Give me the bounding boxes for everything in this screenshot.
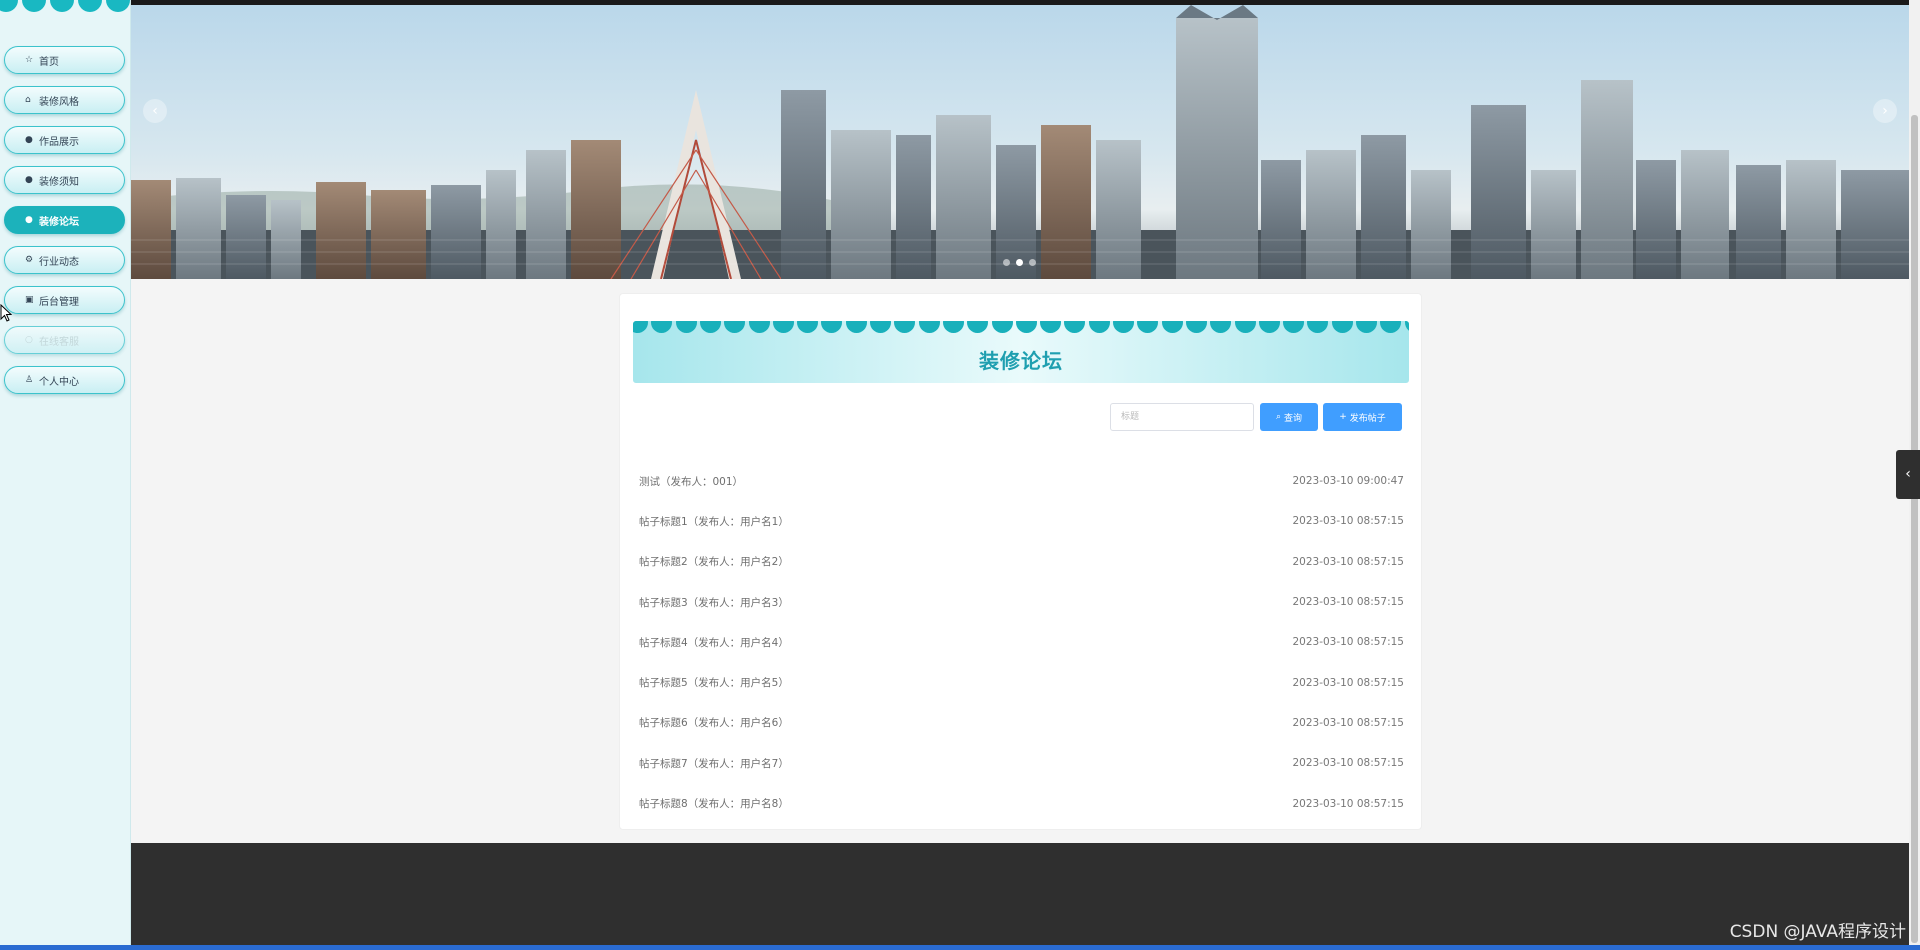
publish-post-label: 发布帖子 <box>1349 413 1386 424</box>
sidebar-item-label: 装修论坛 <box>39 216 79 228</box>
hero-carousel: ‹ › <box>131 0 1909 279</box>
building-icon: ▣ <box>25 295 34 305</box>
sidebar-item-label: 个人中心 <box>39 376 79 388</box>
post-row[interactable]: 帖子标题3（发布人：用户名3） 2023-03-10 08:57:15 <box>639 582 1404 622</box>
sidebar-item-label: 装修须知 <box>39 176 79 188</box>
publish-post-button[interactable]: + 发布帖子 <box>1323 403 1402 431</box>
post-time: 2023-03-10 08:57:15 <box>1292 716 1404 729</box>
search-icon: ⌕ <box>1275 412 1282 422</box>
sidebar-item-label: 行业动态 <box>39 256 79 268</box>
post-title[interactable]: 帖子标题6（发布人：用户名6） <box>639 715 789 730</box>
footer <box>131 843 1909 945</box>
sidebar-item-9[interactable]: ♙ 个人中心 <box>4 366 125 394</box>
collapse-panel-toggle[interactable]: ‹ <box>1896 450 1920 499</box>
mouse-cursor-icon <box>0 304 12 322</box>
sidebar-item-1[interactable]: ☆ 首页 <box>4 46 125 74</box>
sidebar-item-label: 装修风格 <box>39 96 79 108</box>
post-row[interactable]: 帖子标题6（发布人：用户名6） 2023-03-10 08:57:15 <box>639 703 1404 743</box>
post-row[interactable]: 帖子标题1（发布人：用户名1） 2023-03-10 08:57:15 <box>639 501 1404 541</box>
star-icon: ☆ <box>25 55 34 65</box>
watermark: CSDN @JAVA程序设计 <box>1729 922 1906 942</box>
post-row[interactable]: 帖子标题2（发布人：用户名2） 2023-03-10 08:57:15 <box>639 542 1404 582</box>
sidebar-item-label: 作品展示 <box>39 136 79 148</box>
sidebar-item-7[interactable]: ▣ 后台管理 <box>4 286 125 314</box>
post-time: 2023-03-10 08:57:15 <box>1292 676 1404 689</box>
user-icon: ♙ <box>25 375 34 385</box>
info-icon: ● <box>25 135 33 145</box>
city-skyline-image <box>131 5 1909 279</box>
post-row[interactable]: 帖子标题5（发布人：用户名5） 2023-03-10 08:57:15 <box>639 662 1404 702</box>
sidebar-scallop-decoration <box>0 0 131 16</box>
chevron-left-icon: ‹ <box>1905 466 1911 482</box>
post-row[interactable]: 帖子标题7（发布人：用户名7） 2023-03-10 08:57:15 <box>639 743 1404 783</box>
sidebar: ☆ 首页 ⌂ 装修风格 ● 作品展示 ● 装修须知 ● 装修论坛 ⚙ 行业动态 ▣ 后台管理 ○ 在线客服 ♙ 个… <box>0 0 131 945</box>
post-time: 2023-03-10 08:57:15 <box>1292 555 1404 568</box>
post-title[interactable]: 帖子标题8（发布人：用户名8） <box>639 796 789 811</box>
carousel-dot[interactable] <box>1003 259 1010 266</box>
scrollbar-thumb[interactable] <box>1911 115 1918 943</box>
sidebar-item-3[interactable]: ● 作品展示 <box>4 126 125 154</box>
page-title: 装修论坛 <box>979 349 1063 373</box>
post-row[interactable]: 帖子标题8（发布人：用户名8） 2023-03-10 08:57:15 <box>639 783 1404 823</box>
post-row[interactable]: 帖子标题4（发布人：用户名4） 2023-03-10 08:57:15 <box>639 622 1404 662</box>
post-list: 测试（发布人：001） 2023-03-10 09:00:47 帖子标题1（发布人：… <box>639 461 1404 824</box>
post-title[interactable]: 帖子标题2（发布人：用户名2） <box>639 554 789 569</box>
chat-icon: ○ <box>25 335 33 345</box>
post-time: 2023-03-10 09:00:47 <box>1292 475 1404 488</box>
sidebar-item-4[interactable]: ● 装修须知 <box>4 166 125 194</box>
carousel-dot[interactable] <box>1029 259 1036 266</box>
post-row[interactable]: 测试（发布人：001） 2023-03-10 09:00:47 <box>639 461 1404 501</box>
carousel-dot[interactable] <box>1016 259 1023 266</box>
bag-icon: ⌂ <box>25 95 31 105</box>
sidebar-item-2[interactable]: ⌂ 装修风格 <box>4 86 125 114</box>
forum-card: 装修论坛 ⌕ 查询 + 发布帖子 测试（发布人：001） 2023-03-10 0… <box>619 293 1422 830</box>
title-scallop-decoration <box>633 321 1409 333</box>
forum-icon: ● <box>25 215 33 225</box>
search-input[interactable] <box>1110 403 1254 431</box>
forum-title-banner: 装修论坛 <box>633 321 1409 383</box>
sidebar-item-5[interactable]: ● 装修论坛 <box>4 206 125 234</box>
post-time: 2023-03-10 08:57:15 <box>1292 596 1404 609</box>
carousel-indicators <box>1003 259 1036 266</box>
carousel-prev-button[interactable]: ‹ <box>143 99 167 123</box>
post-title[interactable]: 帖子标题5（发布人：用户名5） <box>639 675 789 690</box>
query-button-label: 查询 <box>1284 413 1303 424</box>
sidebar-item-label: 在线客服 <box>39 336 79 348</box>
post-time: 2023-03-10 08:57:15 <box>1292 757 1404 770</box>
post-title[interactable]: 帖子标题4（发布人：用户名4） <box>639 635 789 650</box>
post-title[interactable]: 帖子标题7（发布人：用户名7） <box>639 756 789 771</box>
bottom-edge-line <box>0 945 1920 950</box>
post-title[interactable]: 测试（发布人：001） <box>639 474 743 489</box>
query-button[interactable]: ⌕ 查询 <box>1260 403 1318 431</box>
gear-icon: ⚙ <box>25 255 34 265</box>
sidebar-item-6[interactable]: ⚙ 行业动态 <box>4 246 125 274</box>
sidebar-item-label: 后台管理 <box>39 296 79 308</box>
post-time: 2023-03-10 08:57:15 <box>1292 515 1404 528</box>
post-time: 2023-03-10 08:57:15 <box>1292 636 1404 649</box>
post-title[interactable]: 帖子标题1（发布人：用户名1） <box>639 514 789 529</box>
sidebar-nav: ☆ 首页 ⌂ 装修风格 ● 作品展示 ● 装修须知 ● 装修论坛 ⚙ 行业动态 ▣ 后台管理 ○ 在线客服 ♙ 个… <box>4 46 125 406</box>
sidebar-item-label: 首页 <box>39 56 59 68</box>
sidebar-item-8[interactable]: ○ 在线客服 <box>4 326 125 354</box>
carousel-next-button[interactable]: › <box>1873 99 1897 123</box>
question-icon: ● <box>25 175 33 185</box>
post-title[interactable]: 帖子标题3（发布人：用户名3） <box>639 595 789 610</box>
plus-icon: + <box>1339 412 1347 422</box>
post-time: 2023-03-10 08:57:15 <box>1292 797 1404 810</box>
